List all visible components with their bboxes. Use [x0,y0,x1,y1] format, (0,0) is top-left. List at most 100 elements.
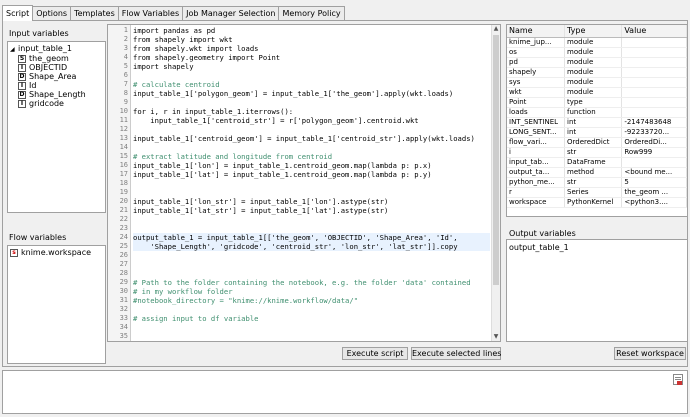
code-line[interactable]: import shapely [133,62,194,71]
input-variables-title: Input variables [9,29,69,38]
line-number: 25 [119,242,128,250]
workspace-row[interactable]: output_ta... method <bound me... [507,167,687,178]
tab-flow-variables[interactable]: Flow Variables [117,6,184,21]
workspace-row[interactable]: i str Row999 [507,147,687,158]
code-line[interactable]: input_table_1['lon_str'] = input_table_1… [133,197,388,206]
collapse-icon[interactable]: ◢ [10,45,18,54]
scroll-down-icon[interactable]: ▼ [492,333,500,341]
clear-console-icon[interactable] [673,374,683,385]
workspace-row[interactable]: Point type [507,97,687,108]
workspace-cell [621,37,687,48]
workspace-cell: python_me... [507,177,566,188]
column-name: gridcode [29,99,64,108]
line-number: 5 [123,62,128,70]
line-number-gutter: 1 2 3 4 5 6 7 8 9 10 11 12 13 14 15 16 17 18 19 20 21 22 23 24 2… [108,25,131,341]
flow-variable-item[interactable]: s knime.workspace [10,248,91,257]
column-type-icon: D [18,90,26,99]
line-number: 18 [119,179,128,187]
workspace-row[interactable]: loads function [507,107,687,118]
workspace-column-header[interactable]: Value [621,25,687,38]
line-number: 10 [119,107,128,115]
workspace-row[interactable]: shapely module [507,67,687,78]
code-line[interactable]: # assign input to df variable [133,314,259,323]
workspace-row[interactable]: flow_vari... OrderedDict OrderedDi... [507,137,687,148]
flow-variables-title: Flow variables [9,233,67,242]
workspace-cell [621,157,687,168]
code-editor[interactable]: 1 2 3 4 5 6 7 8 9 10 11 12 13 14 15 16 17 18 19 20 21 22 23 24 2… [107,24,501,342]
workspace-row[interactable]: os module [507,47,687,58]
line-number: 16 [119,161,128,169]
code-line[interactable]: # in my workflow folder [133,287,233,296]
input-column-item[interactable]: I Id [18,81,36,90]
column-name: Id [29,81,37,90]
code-line[interactable]: 'Shape_Length', 'gridcode', 'centroid_st… [133,242,490,251]
code-line[interactable]: # calculate centroid [133,80,220,89]
line-number: 20 [119,197,128,205]
workspace-cell: DataFrame [564,157,623,168]
code-line[interactable]: input_table_1['centroid_str'] = r['polyg… [133,116,418,125]
code-line[interactable]: input_table_1['centroid_geom'] = input_t… [133,134,475,143]
workspace-cell: str [564,147,623,158]
code-line[interactable]: from shapely.geometry import Point [133,53,280,62]
tab-templates[interactable]: Templates [70,6,119,21]
console-output[interactable] [2,370,688,414]
scrollbar-thumb[interactable] [493,35,499,285]
workspace-row[interactable]: input_tab... DataFrame [507,157,687,168]
input-table-node[interactable]: ◢ input_table_1 [10,44,72,53]
output-variables-title: Output variables [509,229,576,238]
code-line[interactable]: from shapely.wkt import loads [133,44,259,53]
tab-script[interactable]: Script [2,5,34,21]
workspace-row[interactable]: pd module [507,57,687,68]
workspace-row[interactable]: workspace PythonKernel <python3.... [507,197,687,208]
code-line[interactable]: input_table_1['lon'] = input_table_1.cen… [133,161,432,170]
workspace-table: Name Type Value knime_jup... module os module p… [506,24,688,217]
input-column-item[interactable]: Sthe_geom [18,54,69,63]
workspace-row[interactable]: wkt module [507,87,687,98]
execute-script-button[interactable]: Execute script [342,347,408,360]
tab-memory-policy[interactable]: Memory Policy [278,6,345,21]
code-line[interactable]: from shapely import wkt [133,35,233,44]
column-type-icon: S [18,54,26,63]
input-column-item[interactable]: D Shape_Area [18,72,76,81]
workspace-cell: flow_vari... [507,137,566,148]
tab-options[interactable]: Options [32,6,72,21]
line-number: 1 [123,26,128,34]
workspace-row[interactable]: LONG_SENT... int -92233720... [507,127,687,138]
input-column-item[interactable]: I OBJECTID [18,63,67,72]
line-number: 13 [119,134,128,142]
code-line[interactable]: import pandas as pd [133,26,215,35]
workspace-row[interactable]: sys module [507,77,687,88]
code-line[interactable]: for i, r in input_table_1.iterrows(): [133,107,293,116]
input-column-item[interactable]: D Shape_Length [18,90,86,99]
input-column-item[interactable]: Igridcode [18,99,64,108]
workspace-column-header[interactable]: Name [507,25,566,38]
workspace-cell: wkt [507,87,566,98]
output-variable-item[interactable]: output_table_1 [509,243,569,252]
execute-selected-lines-button[interactable]: Execute selected lines [411,347,501,360]
column-type-icon: I [18,99,26,108]
line-number: 8 [123,89,128,97]
line-number: 34 [119,323,128,331]
workspace-cell: str [564,177,623,188]
code-line[interactable]: output_table_1 = input_table_1[['the_geo… [133,233,490,242]
code-line[interactable]: # Path to the folder containing the note… [133,278,471,287]
code-line[interactable]: # extract latitude and longitude from ce… [133,152,332,161]
column-type-icon: I [18,63,26,72]
reset-workspace-button[interactable]: Reset workspace [614,347,686,360]
code-line[interactable]: input_table_1['lat_str'] = input_table_1… [133,206,388,215]
workspace-cell: sys [507,77,566,88]
column-name: the_geom [29,54,69,63]
code-vertical-scrollbar[interactable]: ▲ ▼ [491,25,500,341]
code-line[interactable]: #notebook_directory = "knime://knime.wor… [133,296,358,305]
code-line[interactable]: input_table_1['lat'] = input_table_1.cen… [133,170,432,179]
scroll-up-icon[interactable]: ▲ [492,25,500,33]
tab-job-manager-selection[interactable]: Job Manager Selection [182,6,280,21]
workspace-cell: module [564,67,623,78]
workspace-row[interactable]: r Series the_geom ... [507,187,687,198]
workspace-cell: type [564,97,623,108]
code-line[interactable]: input_table_1['polygon_geom'] = input_ta… [133,89,453,98]
workspace-column-header[interactable]: Type [564,25,623,38]
workspace-row[interactable]: knime_jup... module [507,37,687,48]
workspace-row[interactable]: python_me... str 5 [507,177,687,188]
workspace-row[interactable]: INT_SENTINEL int -2147483648 [507,117,687,128]
